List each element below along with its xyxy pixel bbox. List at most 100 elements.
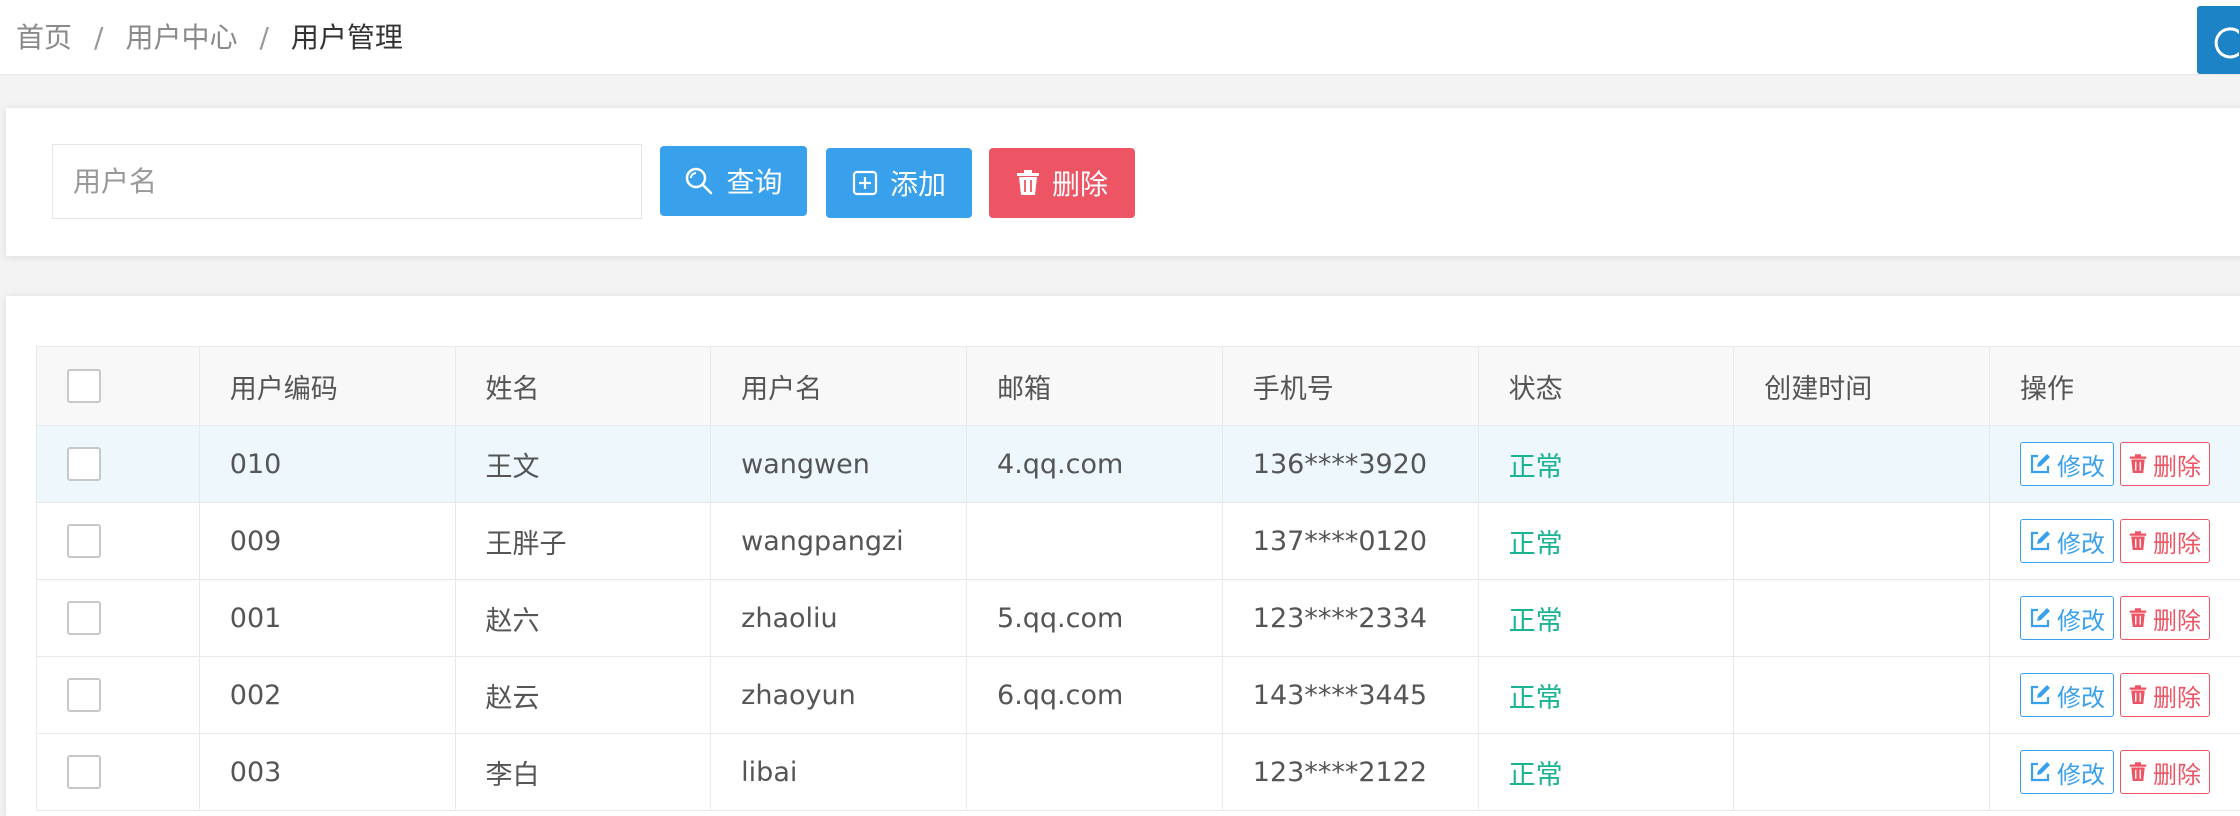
row-checkbox[interactable] [67, 447, 101, 481]
cell-email: 5.qq.com [967, 580, 1223, 657]
username-search-input[interactable] [52, 144, 642, 219]
row-edit-label: 修改 [2057, 755, 2105, 790]
column-header-username[interactable]: 用户名 [711, 347, 967, 426]
row-checkbox[interactable] [67, 524, 101, 558]
breadcrumb-user-center[interactable]: 用户中心 [125, 21, 237, 54]
cell-name: 李白 [455, 734, 711, 811]
table-row[interactable]: 010 王文 wangwen 4.qq.com 136****3920 正常 修… [37, 426, 2240, 503]
refresh-icon [2210, 25, 2240, 65]
column-header-email[interactable]: 邮箱 [967, 347, 1223, 426]
row-edit-button[interactable]: 修改 [2020, 673, 2114, 717]
row-edit-button[interactable]: 修改 [2020, 596, 2114, 640]
cell-code: 001 [199, 580, 455, 657]
cell-name: 赵六 [455, 580, 711, 657]
row-select-cell [37, 503, 200, 580]
row-delete-label: 删除 [2153, 524, 2201, 559]
cell-created [1734, 657, 1990, 734]
cell-actions: 修改 删除 [1990, 734, 2240, 811]
cell-username: libai [711, 734, 967, 811]
cell-phone: 137****0120 [1222, 503, 1478, 580]
cell-status: 正常 [1478, 426, 1734, 503]
breadcrumb: 首页/用户中心/用户管理 [16, 0, 403, 75]
column-header-name[interactable]: 姓名 [455, 347, 711, 426]
table-row[interactable]: 003 李白 libai 123****2122 正常 修改 [37, 734, 2240, 811]
add-button-label: 添加 [890, 163, 946, 203]
row-delete-button[interactable]: 删除 [2120, 442, 2210, 486]
query-button[interactable]: 查询 [660, 146, 807, 216]
cell-name: 王文 [455, 426, 711, 503]
row-delete-button[interactable]: 删除 [2120, 750, 2210, 794]
row-delete-button[interactable]: 删除 [2120, 673, 2210, 717]
table-row[interactable]: 002 赵云 zhaoyun 6.qq.com 143****3445 正常 修… [37, 657, 2240, 734]
cell-username: wangwen [711, 426, 967, 503]
row-checkbox[interactable] [67, 601, 101, 635]
edit-icon [2029, 607, 2051, 629]
row-edit-label: 修改 [2057, 524, 2105, 559]
row-delete-button[interactable]: 删除 [2120, 596, 2210, 640]
row-checkbox[interactable] [67, 678, 101, 712]
edit-icon [2029, 684, 2051, 706]
cell-created [1734, 503, 1990, 580]
row-select-cell [37, 426, 200, 503]
cell-created [1734, 426, 1990, 503]
breadcrumb-separator: / [94, 21, 103, 54]
cell-name: 赵云 [455, 657, 711, 734]
plus-square-icon [852, 170, 878, 196]
query-button-label: 查询 [726, 161, 782, 201]
cell-phone: 123****2334 [1222, 580, 1478, 657]
edit-icon [2029, 761, 2051, 783]
cell-code: 009 [199, 503, 455, 580]
select-all-checkbox[interactable] [67, 369, 101, 403]
row-edit-label: 修改 [2057, 601, 2105, 636]
select-all-cell [37, 347, 200, 426]
table-row[interactable]: 009 王胖子 wangpangzi 137****0120 正常 修改 [37, 503, 2240, 580]
cell-code: 010 [199, 426, 455, 503]
column-header-code[interactable]: 用户编码 [199, 347, 455, 426]
trash-icon [2129, 685, 2147, 705]
cell-name: 王胖子 [455, 503, 711, 580]
row-select-cell [37, 580, 200, 657]
row-select-cell [37, 734, 200, 811]
row-edit-button[interactable]: 修改 [2020, 442, 2114, 486]
cell-username: zhaoyun [711, 657, 967, 734]
column-header-phone[interactable]: 手机号 [1222, 347, 1478, 426]
cell-email [967, 503, 1223, 580]
user-table: 用户编码 姓名 用户名 邮箱 手机号 状态 创建时间 操作 010 王文 wan… [36, 346, 2240, 811]
cell-actions: 修改 删除 [1990, 426, 2240, 503]
cell-phone: 143****3445 [1222, 657, 1478, 734]
row-delete-label: 删除 [2153, 601, 2201, 636]
cell-actions: 修改 删除 [1990, 657, 2240, 734]
row-edit-button[interactable]: 修改 [2020, 750, 2114, 794]
table-header-row: 用户编码 姓名 用户名 邮箱 手机号 状态 创建时间 操作 [37, 347, 2240, 426]
delete-button-label: 删除 [1052, 163, 1108, 203]
cell-username: zhaoliu [711, 580, 967, 657]
cell-email: 6.qq.com [967, 657, 1223, 734]
add-button[interactable]: 添加 [826, 148, 972, 218]
table-panel: 用户编码 姓名 用户名 邮箱 手机号 状态 创建时间 操作 010 王文 wan… [6, 296, 2240, 816]
cell-code: 002 [199, 657, 455, 734]
delete-button[interactable]: 删除 [989, 148, 1135, 218]
row-edit-label: 修改 [2057, 447, 2105, 482]
trash-icon [1016, 170, 1040, 196]
cell-status: 正常 [1478, 580, 1734, 657]
trash-icon [2129, 531, 2147, 551]
refresh-button[interactable] [2197, 6, 2240, 74]
cell-username: wangpangzi [711, 503, 967, 580]
breadcrumb-home[interactable]: 首页 [16, 21, 72, 54]
search-panel: 查询 添加 删除 [6, 108, 2240, 256]
cell-actions: 修改 删除 [1990, 580, 2240, 657]
edit-icon [2029, 530, 2051, 552]
table-row[interactable]: 001 赵六 zhaoliu 5.qq.com 123****2334 正常 修… [37, 580, 2240, 657]
breadcrumb-separator: / [259, 21, 268, 54]
cell-code: 003 [199, 734, 455, 811]
column-header-status[interactable]: 状态 [1478, 347, 1734, 426]
column-header-created[interactable]: 创建时间 [1734, 347, 1990, 426]
cell-status: 正常 [1478, 657, 1734, 734]
trash-icon [2129, 454, 2147, 474]
row-checkbox[interactable] [67, 755, 101, 789]
row-delete-button[interactable]: 删除 [2120, 519, 2210, 563]
cell-created [1734, 580, 1990, 657]
cell-created [1734, 734, 1990, 811]
row-edit-button[interactable]: 修改 [2020, 519, 2114, 563]
row-select-cell [37, 657, 200, 734]
